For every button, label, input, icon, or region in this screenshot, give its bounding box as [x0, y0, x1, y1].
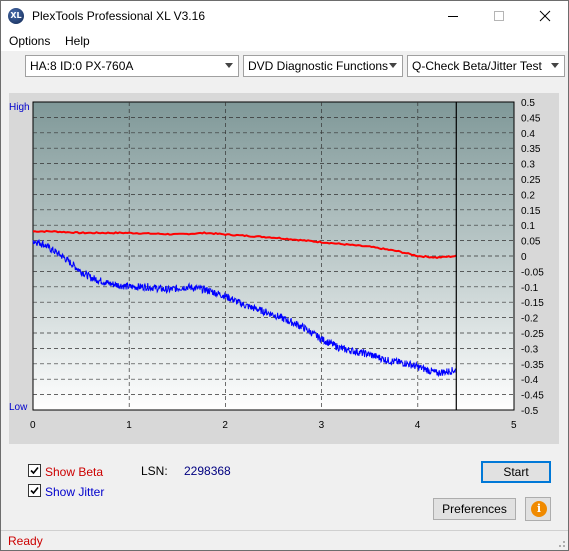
- chevron-down-icon: [225, 63, 233, 68]
- chevron-down-icon: [551, 63, 559, 68]
- menu-help[interactable]: Help: [65, 34, 90, 48]
- show-beta-label[interactable]: Show Beta: [45, 465, 103, 479]
- info-icon: i: [531, 501, 547, 517]
- app-logo-icon: XL: [8, 8, 24, 24]
- function-select-value: DVD Diagnostic Functions: [248, 59, 389, 73]
- show-beta-checkbox[interactable]: [28, 464, 41, 477]
- show-jitter-checkbox[interactable]: [28, 484, 41, 497]
- test-select[interactable]: Q-Check Beta/Jitter Test: [407, 55, 565, 77]
- show-jitter-label[interactable]: Show Jitter: [45, 485, 104, 499]
- status-bar: Ready: [1, 530, 568, 550]
- window-title: PlexTools Professional XL V3.16: [32, 9, 205, 23]
- y-axis-low-label: Low: [9, 402, 28, 413]
- maximize-button[interactable]: [476, 1, 522, 31]
- checkmark-icon: [30, 466, 39, 475]
- toolbar: HA:8 ID:0 PX-760A DVD Diagnostic Functio…: [1, 52, 568, 80]
- app-window: XL PlexTools Professional XL V3.16 Optio…: [0, 0, 569, 551]
- title-bar: XL PlexTools Professional XL V3.16: [1, 1, 568, 31]
- menu-bar: Options Help: [1, 31, 568, 51]
- resize-grip-icon[interactable]: [556, 538, 566, 548]
- function-select[interactable]: DVD Diagnostic Functions: [243, 55, 403, 77]
- y-axis-high-label: High: [9, 102, 30, 113]
- preferences-button[interactable]: Preferences: [433, 498, 516, 520]
- checkmark-icon: [30, 486, 39, 495]
- start-button[interactable]: Start: [481, 461, 551, 483]
- lsn-value: 2298368: [184, 464, 231, 478]
- status-text: Ready: [8, 534, 43, 548]
- chart-panel: [9, 93, 559, 444]
- menu-options[interactable]: Options: [9, 34, 50, 48]
- minimize-button[interactable]: [430, 1, 476, 31]
- minimize-icon: [448, 15, 458, 17]
- test-select-value: Q-Check Beta/Jitter Test: [412, 59, 542, 73]
- chevron-down-icon: [389, 63, 397, 68]
- drive-select-value: HA:8 ID:0 PX-760A: [30, 59, 134, 73]
- lsn-label: LSN:: [141, 464, 168, 478]
- drive-select[interactable]: HA:8 ID:0 PX-760A: [25, 55, 239, 77]
- close-button[interactable]: [522, 1, 568, 31]
- maximize-icon: [494, 11, 504, 21]
- close-icon: [539, 10, 551, 22]
- info-button[interactable]: i: [525, 497, 551, 521]
